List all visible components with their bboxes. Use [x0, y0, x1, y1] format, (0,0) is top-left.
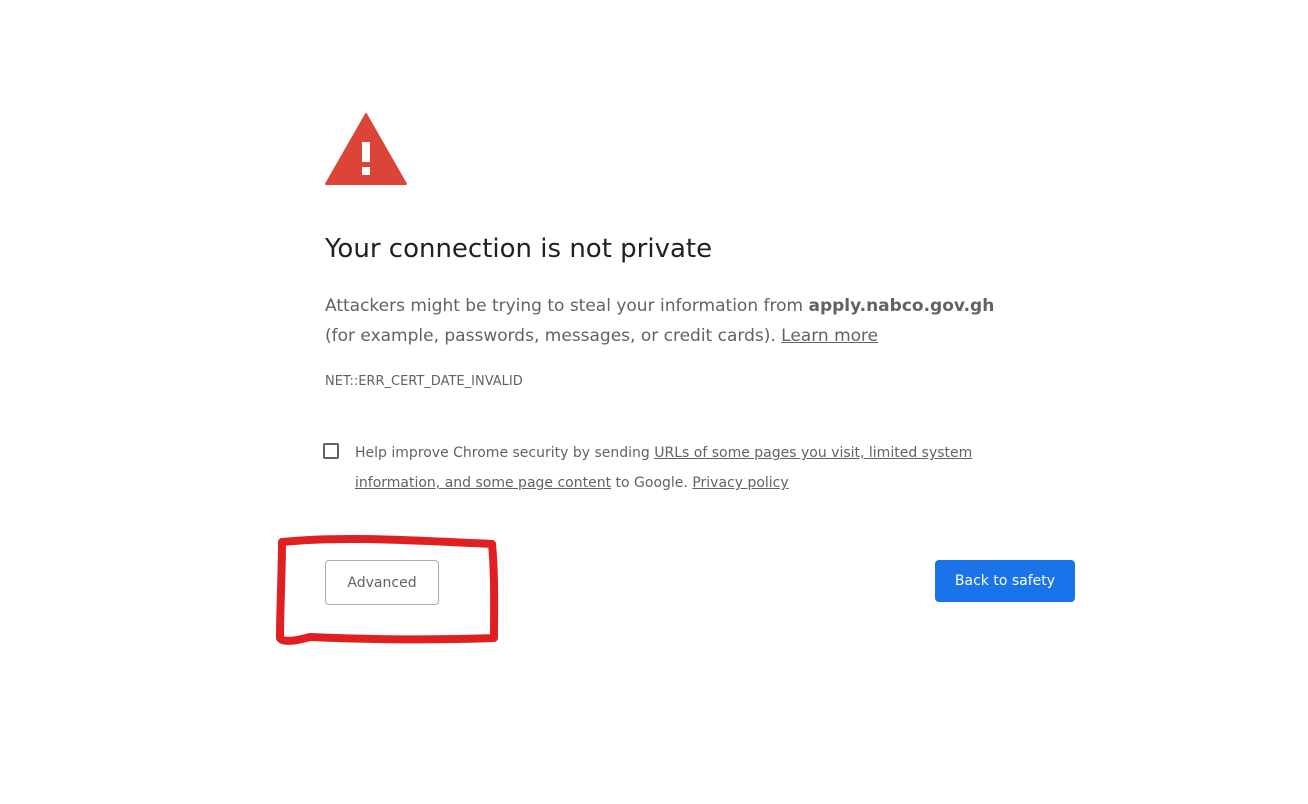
optin-text-continued: to Google.	[611, 475, 693, 491]
warning-triangle-icon	[325, 113, 407, 185]
privacy-policy-link[interactable]: Privacy policy	[692, 475, 788, 491]
security-optin-checkbox[interactable]	[323, 443, 339, 459]
site-domain: apply.nabco.gov.gh	[808, 296, 995, 316]
message-text-continued: (for example, passwords, messages, or cr…	[325, 326, 782, 346]
advanced-button[interactable]: Advanced	[325, 560, 439, 605]
back-to-safety-button[interactable]: Back to safety	[935, 560, 1075, 602]
learn-more-link[interactable]: Learn more	[781, 326, 878, 346]
message-text: Attackers might be trying to steal your …	[325, 296, 809, 316]
page-title: Your connection is not private	[325, 234, 713, 264]
interstitial-page: Your connection is not private Attackers…	[0, 0, 1308, 804]
optin-label: Help improve Chrome security by sending …	[355, 438, 1015, 498]
main-message: Attackers might be trying to steal your …	[325, 291, 1015, 351]
optin-text: Help improve Chrome security by sending	[355, 445, 655, 461]
error-code: NET::ERR_CERT_DATE_INVALID	[325, 374, 523, 389]
